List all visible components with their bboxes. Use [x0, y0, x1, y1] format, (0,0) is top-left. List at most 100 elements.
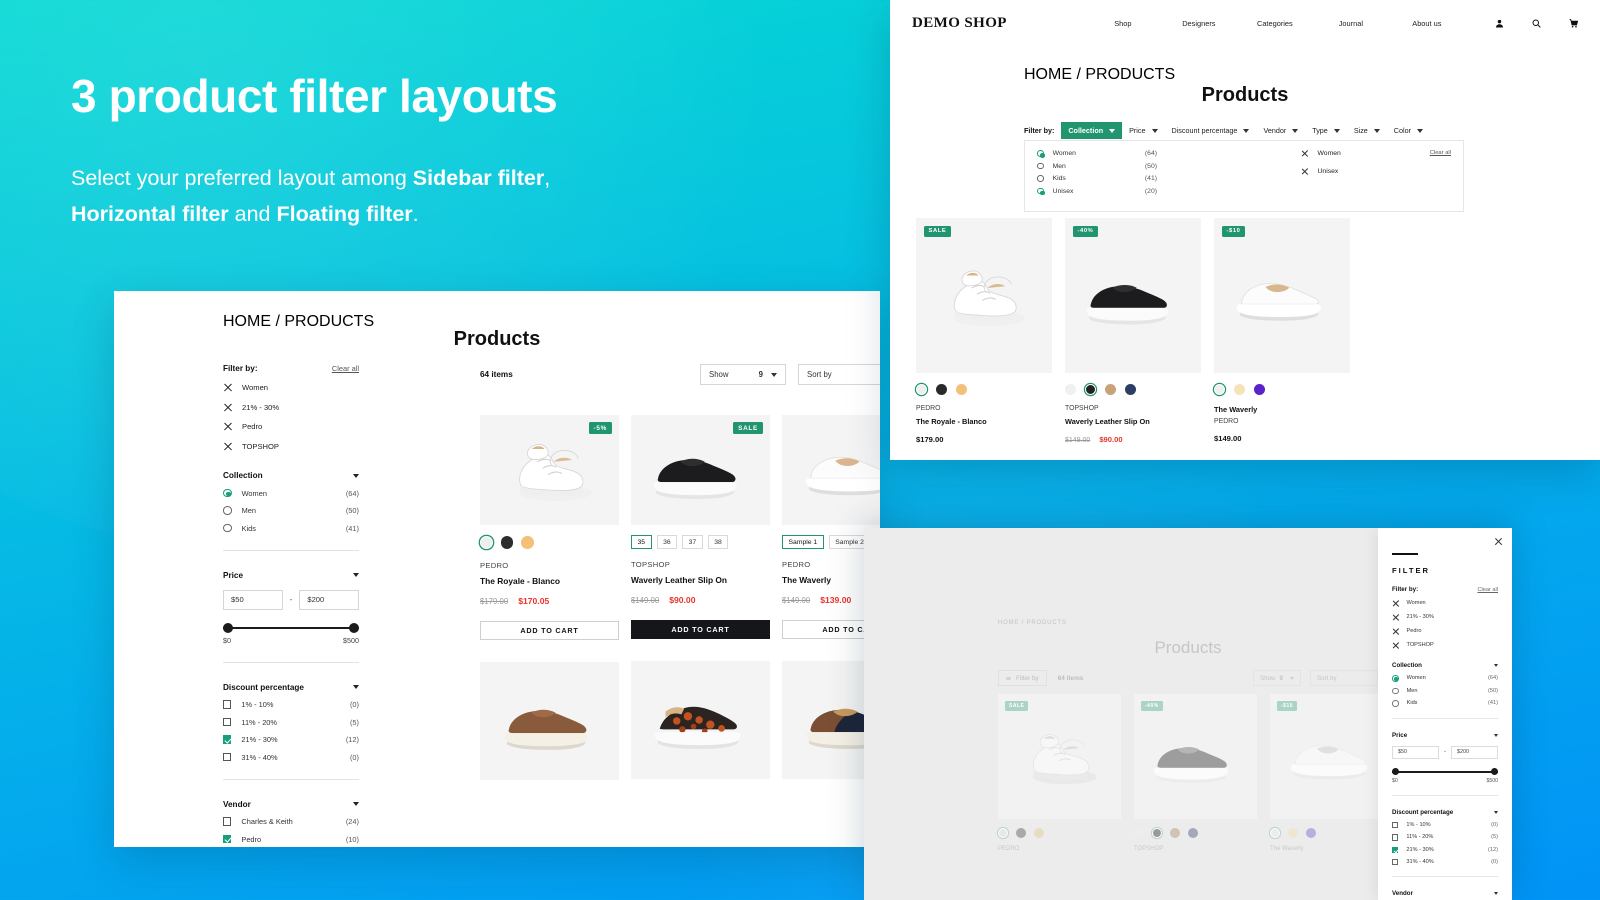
product-card[interactable]: -5% PEDRO The Royale - Blanco $179.00 $1… [480, 415, 619, 780]
product-card[interactable]: -40% TOPSHOP Waverly Leather Slip On $14… [1065, 218, 1201, 444]
color-swatch[interactable] [916, 384, 927, 395]
filter-option[interactable]: Men (50) [1392, 687, 1498, 695]
filter-group-header[interactable]: Price [223, 571, 359, 580]
filter-group-header[interactable]: Vendor [223, 800, 359, 809]
remove-filter-icon[interactable] [1392, 628, 1400, 636]
radio-button[interactable] [223, 506, 232, 515]
filter-group-header[interactable]: Discount percentage [1392, 809, 1498, 816]
user-icon[interactable] [1495, 15, 1504, 33]
checkbox[interactable] [223, 717, 232, 727]
filter-option[interactable]: Men (50) [1037, 163, 1157, 170]
filter-option[interactable]: Kids (41) [1037, 175, 1157, 182]
price-min-input[interactable]: $50 [1392, 745, 1439, 759]
add-to-cart-button[interactable]: ADD TO CART [631, 620, 770, 640]
size-option[interactable]: 38 [707, 535, 729, 550]
sort-by-select[interactable]: Sort by [798, 364, 880, 385]
filter-button-discount-percentage[interactable]: Discount percentage [1165, 122, 1257, 139]
selected-filter-chip[interactable]: Unisex [1301, 168, 1451, 176]
color-swatch[interactable] [998, 828, 1008, 838]
color-swatch[interactable] [1034, 828, 1044, 838]
product-card[interactable]: SALE 35 36 37 38 TOPSHOP Waverly Leather Sl… [631, 415, 770, 780]
color-swatch[interactable] [1152, 828, 1162, 838]
filter-group-header[interactable]: Collection [1392, 662, 1498, 669]
filter-button-size[interactable]: Size [1347, 122, 1387, 139]
checkbox[interactable] [223, 735, 232, 744]
filter-option[interactable]: 21% - 30% (12) [223, 735, 359, 744]
filter-group-header[interactable]: Collection [223, 471, 359, 480]
product-image[interactable]: -40% [1065, 218, 1201, 373]
breadcrumb[interactable]: HOME / PRODUCTS [1024, 66, 1175, 84]
filter-button-vendor[interactable]: Vendor [1256, 122, 1305, 139]
product-card[interactable]: SALE PEDRO [998, 694, 1121, 852]
color-swatch[interactable] [521, 536, 534, 549]
search-icon[interactable] [1532, 15, 1541, 33]
color-swatch[interactable] [1188, 828, 1198, 838]
color-swatch[interactable] [1234, 384, 1245, 395]
checkbox[interactable] [223, 817, 232, 826]
add-to-cart-button[interactable]: ADD TO CART [480, 621, 619, 640]
checkbox[interactable] [223, 752, 232, 762]
product-card[interactable]: -$10 The Waverly [1270, 694, 1393, 852]
radio-button[interactable] [1037, 150, 1045, 158]
checkbox[interactable] [223, 834, 232, 844]
checkbox[interactable] [1392, 834, 1399, 841]
filter-option[interactable]: 11% - 20% (5) [1392, 834, 1498, 841]
filter-button-collection[interactable]: Collection [1061, 122, 1123, 139]
filter-option[interactable]: Charles & Keith (24) [223, 817, 359, 826]
price-min-input[interactable]: $50 [223, 589, 283, 610]
slider-knob-min[interactable] [223, 622, 233, 633]
clear-all-link[interactable]: Clear all [1477, 587, 1498, 593]
checkbox[interactable] [1392, 858, 1399, 866]
color-swatch[interactable] [500, 536, 513, 549]
filter-group-header[interactable]: Vendor [1392, 890, 1498, 897]
remove-filter-icon[interactable] [1301, 150, 1309, 158]
product-card[interactable]: SALE PEDRO The Royale - Blanco $179.00 [916, 218, 1052, 444]
filter-option[interactable]: Pedro (10) [223, 835, 359, 844]
active-filter-chip[interactable]: Women [223, 383, 359, 393]
filter-button-color[interactable]: Color [1387, 122, 1430, 139]
nav-link-shop[interactable]: Shop [1085, 19, 1161, 28]
radio-button[interactable] [1037, 187, 1045, 195]
remove-filter-icon[interactable] [1392, 614, 1400, 622]
remove-filter-icon[interactable] [1392, 600, 1400, 608]
radio-button[interactable] [223, 523, 232, 533]
color-swatch[interactable] [936, 384, 947, 395]
filter-option[interactable]: Unisex (20) [1037, 188, 1157, 195]
size-option[interactable]: 36 [656, 535, 678, 550]
color-swatch[interactable] [480, 536, 493, 549]
filter-button-price[interactable]: Price [1122, 122, 1164, 139]
color-swatch[interactable] [956, 384, 967, 395]
color-swatch[interactable] [1134, 828, 1144, 838]
product-card[interactable]: -40% TOPSHOP [1134, 694, 1257, 852]
brand-logo[interactable]: DEMO SHOP [912, 15, 1007, 32]
color-swatch[interactable] [1065, 384, 1076, 395]
filter-option[interactable]: 21% - 30% (12) [1392, 846, 1498, 853]
product-image[interactable]: SALE [998, 694, 1121, 819]
slider-knob-max[interactable] [1491, 767, 1498, 775]
nav-link-journal[interactable]: Journal [1313, 19, 1389, 28]
radio-button[interactable] [223, 488, 232, 498]
radio-button[interactable] [1392, 687, 1399, 695]
nav-link-designers[interactable]: Designers [1161, 19, 1237, 28]
color-swatch[interactable] [1288, 828, 1298, 838]
product-image-row2[interactable] [480, 662, 619, 780]
price-range-slider[interactable] [223, 621, 359, 637]
product-image[interactable]: -$10 [1270, 694, 1393, 819]
color-swatch[interactable] [1270, 828, 1280, 838]
color-swatch[interactable] [1016, 828, 1026, 838]
color-swatch[interactable] [1105, 384, 1116, 395]
active-filter-chip[interactable]: TOPSHOP [223, 441, 359, 451]
checkbox[interactable] [223, 700, 232, 709]
active-filter-chip[interactable]: Women [1392, 600, 1498, 608]
filter-option[interactable]: 1% - 10% (0) [1392, 821, 1498, 829]
radio-button[interactable] [1037, 162, 1044, 170]
remove-filter-icon[interactable] [1392, 642, 1400, 650]
radio-button[interactable] [1392, 675, 1399, 682]
product-image[interactable]: SALE [916, 218, 1052, 373]
filter-group-header[interactable]: Price [1392, 732, 1498, 739]
cart-icon[interactable] [1569, 15, 1579, 33]
sample-option[interactable]: Sample 1 [782, 535, 824, 550]
filter-option[interactable]: Women (64) [223, 489, 359, 498]
filter-option[interactable]: Women (64) [1037, 150, 1157, 158]
color-swatch[interactable] [1170, 828, 1180, 838]
